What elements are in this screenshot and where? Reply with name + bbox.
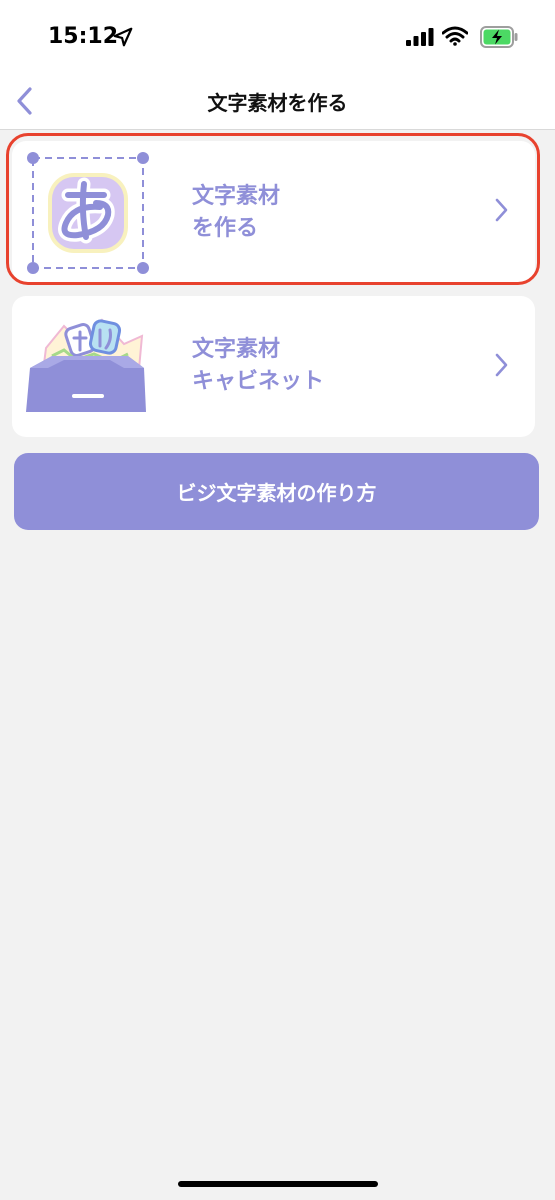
home-indicator[interactable]: [178, 1181, 378, 1187]
status-bar: 15:12: [0, 0, 555, 75]
hiragana-a-frame-icon: [27, 152, 149, 274]
wifi-icon: [442, 26, 468, 46]
create-text-material-label: 文字素材 を作る: [192, 184, 281, 241]
chevron-right-icon: [495, 353, 508, 377]
text-material-cabinet-item[interactable]: 文字素材 キャビネット: [12, 296, 535, 437]
drawer-cabinet-icon: [26, 318, 146, 412]
page-title: 文字素材を作る: [207, 91, 348, 115]
chevron-right-icon: [495, 198, 508, 222]
how-to-make-button[interactable]: ビジ文字素材の作り方: [14, 453, 539, 530]
battery-charging-icon: [480, 26, 518, 48]
text-material-cabinet-label: 文字素材 キャビネット: [192, 337, 325, 394]
create-text-material-item[interactable]: 文字素材 を作る: [12, 141, 535, 282]
signal-icon: [406, 28, 434, 46]
location-arrow-icon: [113, 27, 133, 47]
navigation-bar: 文字素材を作る: [0, 75, 555, 130]
status-time: 15:12: [48, 24, 119, 49]
